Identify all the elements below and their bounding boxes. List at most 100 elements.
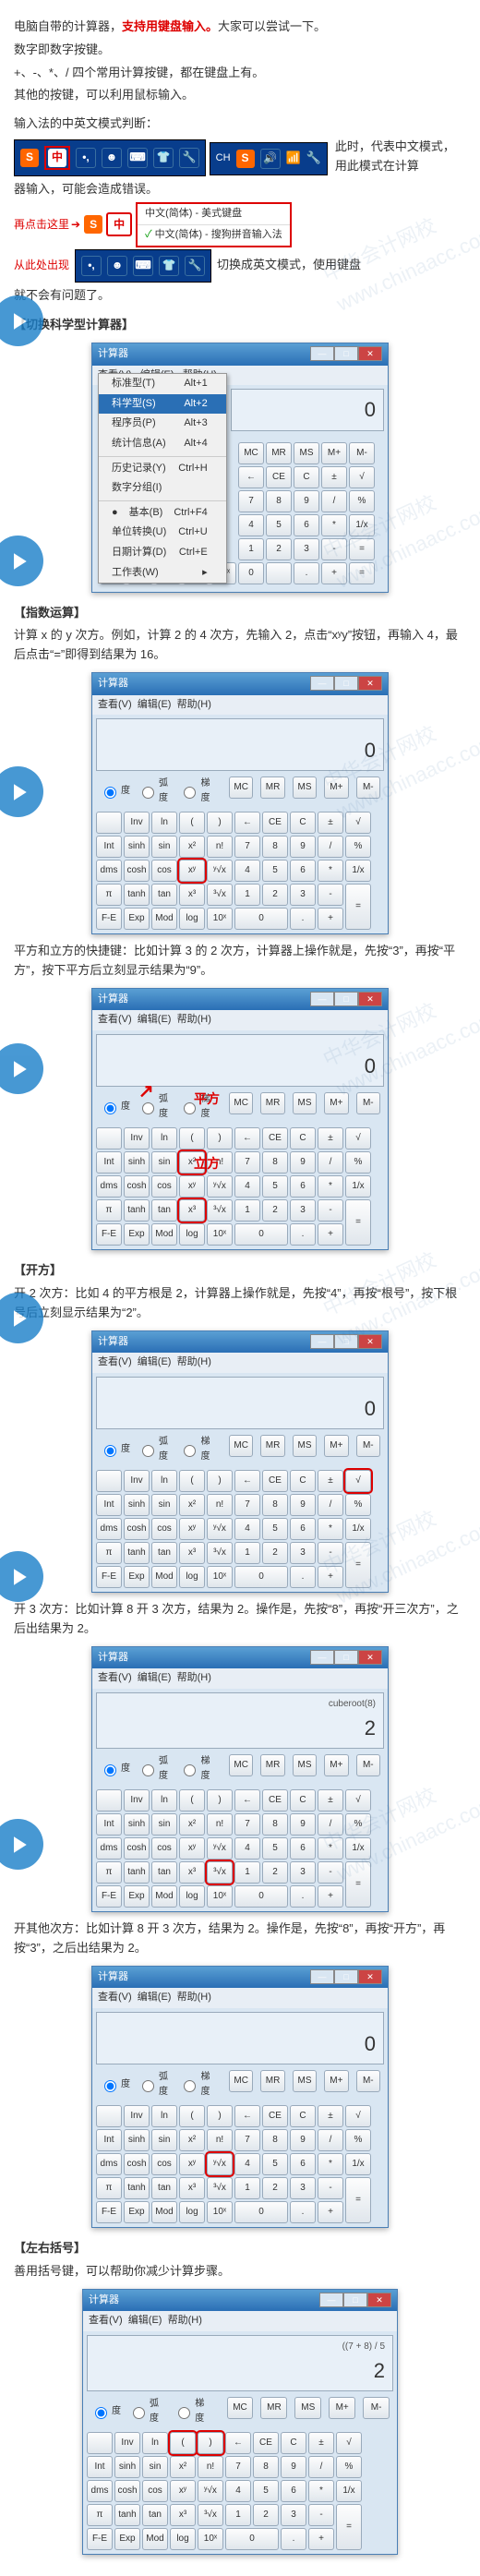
- mem-key[interactable]: M+: [329, 2397, 355, 2419]
- calc-key-7[interactable]: 7: [234, 1813, 260, 1836]
- calc-key-±[interactable]: ±: [318, 1470, 343, 1492]
- calc-key-8[interactable]: 8: [262, 836, 288, 858]
- calc-key-7[interactable]: 7: [234, 2129, 260, 2151]
- calc-key[interactable]: M+: [321, 442, 347, 464]
- calc-key-ln[interactable]: ln: [151, 812, 177, 834]
- maximize-button[interactable]: □: [334, 676, 358, 691]
- calc-key-*[interactable]: *: [318, 2153, 343, 2175]
- calc-key-1[interactable]: 1: [234, 1542, 260, 1564]
- calc-key-([interactable]: (: [179, 1127, 205, 1150]
- calc-key-xʸ[interactable]: xʸ: [179, 1518, 205, 1540]
- calc-key-Int[interactable]: Int: [96, 836, 122, 858]
- mem-key[interactable]: MS: [294, 2397, 321, 2419]
- calc-key-π[interactable]: π: [87, 2504, 113, 2526]
- calc-key-7[interactable]: 7: [234, 1151, 260, 1174]
- calc-key-Inv[interactable]: Inv: [124, 1470, 150, 1492]
- menu-help[interactable]: 帮助(H): [177, 1992, 211, 2003]
- calc-key-x²[interactable]: x²: [179, 836, 205, 858]
- mem-key[interactable]: M+: [324, 776, 348, 799]
- calc-key-7[interactable]: 7: [225, 2456, 251, 2478]
- calc-key-³√x[interactable]: ³√x: [207, 1542, 233, 1564]
- calc-key-n![interactable]: n!: [198, 2456, 223, 2478]
- calc-key-Inv[interactable]: Inv: [124, 2105, 150, 2127]
- calc-key-√[interactable]: √: [345, 2105, 371, 2127]
- calc-key-8[interactable]: 8: [262, 1151, 288, 1174]
- calc-key-9[interactable]: 9: [290, 1151, 316, 1174]
- mem-key[interactable]: M-: [363, 2397, 390, 2419]
- calc-key-tan[interactable]: tan: [151, 1861, 177, 1884]
- calc-key-xʸ[interactable]: xʸ: [179, 2153, 205, 2175]
- calc-key-sin[interactable]: sin: [151, 2129, 177, 2151]
- calc-key[interactable]: 0: [238, 562, 264, 584]
- calc-key-F-E[interactable]: F-E: [96, 2201, 122, 2223]
- calc-key--[interactable]: -: [318, 1542, 343, 1564]
- calc-key-ʸ√x[interactable]: ʸ√x: [207, 1837, 233, 1860]
- calc-key--[interactable]: -: [318, 2177, 343, 2199]
- calc-key-blank[interactable]: [96, 1470, 122, 1492]
- calc-key-7[interactable]: 7: [234, 1494, 260, 1516]
- calc-key-log[interactable]: log: [179, 1566, 205, 1588]
- calc-key-x²[interactable]: x²: [170, 2456, 196, 2478]
- menu-view[interactable]: 查看(V): [98, 1992, 132, 2003]
- calc-key-Inv[interactable]: Inv: [114, 2432, 140, 2454]
- calc-key-9[interactable]: 9: [290, 1813, 316, 1836]
- calc-key-√[interactable]: √: [345, 812, 371, 834]
- calc-key-cos[interactable]: cos: [151, 1837, 177, 1860]
- calc-key-/[interactable]: /: [318, 1813, 343, 1836]
- calc-key-sin[interactable]: sin: [142, 2456, 168, 2478]
- calc-key-1[interactable]: 1: [225, 2504, 251, 2526]
- calc-key-x³[interactable]: x³: [179, 1861, 205, 1884]
- calc-key-Int[interactable]: Int: [96, 1151, 122, 1174]
- calc-key-10ˣ[interactable]: 10ˣ: [207, 1223, 233, 1246]
- calc-key-C[interactable]: C: [290, 2105, 316, 2127]
- calc-key-10ˣ[interactable]: 10ˣ: [207, 908, 233, 930]
- menu-view[interactable]: 查看(V): [98, 1672, 132, 1683]
- mem-key[interactable]: M-: [356, 1092, 380, 1114]
- calc-key-6[interactable]: 6: [290, 1175, 316, 1198]
- calc-key-ʸ√x[interactable]: ʸ√x: [207, 2153, 233, 2175]
- calc-key-Int[interactable]: Int: [96, 2129, 122, 2151]
- calc-key-tanh[interactable]: tanh: [124, 884, 150, 906]
- minimize-button[interactable]: —: [310, 1650, 334, 1665]
- mem-key[interactable]: MS: [293, 1754, 317, 1776]
- calc-key-tanh[interactable]: tanh: [124, 1861, 150, 1884]
- calc-key-cosh[interactable]: cosh: [124, 1518, 150, 1540]
- calc-key-x³[interactable]: x³: [170, 2504, 196, 2526]
- calc-key[interactable]: 7: [238, 490, 264, 512]
- calc-key-tan[interactable]: tan: [151, 2177, 177, 2199]
- calc-key-plus[interactable]: +: [318, 1566, 343, 1588]
- calc-key-√[interactable]: √: [345, 1470, 371, 1492]
- calc-key[interactable]: 1: [238, 538, 264, 560]
- calc-key-4[interactable]: 4: [225, 2480, 251, 2502]
- menu-view[interactable]: 查看(V): [89, 2315, 123, 2326]
- calc-key-³√x[interactable]: ³√x: [198, 2504, 223, 2526]
- mem-key[interactable]: MS: [293, 1092, 317, 1114]
- mem-key[interactable]: M-: [356, 1754, 380, 1776]
- calc-key-cosh[interactable]: cosh: [124, 860, 150, 882]
- calc-key-F-E[interactable]: F-E: [96, 1566, 122, 1588]
- menu-view[interactable]: 查看(V): [98, 1014, 132, 1025]
- calc-key-)[interactable]: ): [207, 812, 233, 834]
- minimize-button[interactable]: —: [310, 992, 334, 1006]
- calc-key-sinh[interactable]: sinh: [124, 1494, 150, 1516]
- minimize-button[interactable]: —: [319, 2293, 343, 2307]
- mem-key[interactable]: MS: [293, 1435, 317, 1457]
- calc-key-dot[interactable]: .: [290, 2201, 316, 2223]
- menu-help[interactable]: 帮助(H): [177, 1356, 211, 1367]
- menu-view[interactable]: 查看(V): [98, 1356, 132, 1367]
- calc-key-dms[interactable]: dms: [96, 1837, 122, 1860]
- mem-key[interactable]: MR: [260, 776, 284, 799]
- calc-key-ʸ√x[interactable]: ʸ√x: [207, 860, 233, 882]
- calc-key-x³[interactable]: x³: [179, 2177, 205, 2199]
- calc-key-tanh[interactable]: tanh: [124, 1199, 150, 1222]
- calc-key-blank[interactable]: [96, 1789, 122, 1812]
- calc-key-←[interactable]: ←: [234, 1470, 260, 1492]
- calc-key-8[interactable]: 8: [253, 2456, 279, 2478]
- calc-key-cos[interactable]: cos: [142, 2480, 168, 2502]
- calc-key-1/x[interactable]: 1/x: [345, 1175, 371, 1198]
- calc-key-sinh[interactable]: sinh: [124, 1813, 150, 1836]
- calc-key-³√x[interactable]: ³√x: [207, 2177, 233, 2199]
- calc-key[interactable]: 3: [294, 538, 319, 560]
- calc-key-tanh[interactable]: tanh: [124, 2177, 150, 2199]
- calc-key-2[interactable]: 2: [262, 2177, 288, 2199]
